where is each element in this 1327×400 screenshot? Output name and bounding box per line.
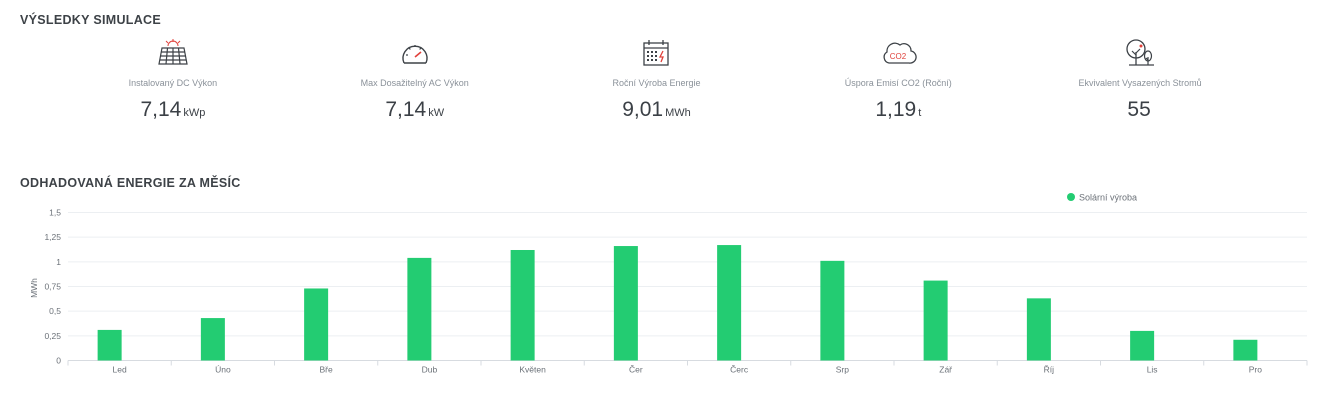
stat-label: Max Dosažitelný AC Výkon: [360, 78, 469, 88]
chart-legend[interactable]: Solární výroba: [1067, 193, 1137, 203]
stat-value: 55: [1127, 98, 1151, 121]
x-tick-label: Říj: [1044, 365, 1055, 375]
stat-value: 1,19 t: [875, 98, 922, 121]
x-axis: Led Úno Bře Dub Květen Čer Čerc Srp Zář Říj Lis Pro: [67, 360, 1308, 375]
x-tick-label: Úno: [215, 365, 231, 375]
stat-dc-power: Instalovaný DC Výkon 7,14 kWp: [52, 38, 294, 128]
stat-co2-savings: CO2 Úspora Emisí CO2 (Roční) 1,19 t: [777, 38, 1019, 128]
y-tick-label: 0,25: [44, 331, 61, 341]
x-tick-label: Čerc: [730, 365, 749, 375]
monthly-energy-chart: 0 0,25 0,5 0,75 1 1,25 1,5 Led Úno Bře Dub Květen Č…: [29, 193, 1308, 375]
chart-grid: [68, 212, 1307, 361]
stat-value: 9,01 MWh: [622, 98, 691, 121]
stat-ac-power: Max Dosažitelný AC Výkon 7,14 kW: [294, 38, 536, 128]
speedometer-icon: [395, 38, 435, 68]
bar-series: [97, 245, 1258, 361]
calendar-energy-icon: [636, 38, 676, 68]
co2-cloud-icon: CO2: [878, 38, 918, 68]
y-tick-label: 1,5: [49, 208, 61, 218]
bar[interactable]: [820, 260, 845, 361]
x-tick-label: Čer: [629, 365, 643, 375]
bar[interactable]: [407, 257, 432, 361]
bar[interactable]: [200, 318, 225, 361]
bar[interactable]: [613, 246, 638, 361]
bar[interactable]: [923, 280, 948, 361]
svg-text:CO2: CO2: [890, 52, 907, 61]
stat-unit: kW: [428, 107, 445, 119]
bar[interactable]: [717, 245, 742, 361]
x-tick-label: Dub: [422, 365, 438, 375]
stat-unit: kWp: [183, 107, 206, 119]
x-tick-label: Led: [113, 365, 127, 375]
results-title: VÝSLEDKY SIMULACE: [20, 13, 162, 27]
stat-value: 7,14 kWp: [140, 98, 206, 121]
bar[interactable]: [1130, 330, 1155, 361]
legend-label: Solární výroba: [1079, 193, 1137, 203]
x-tick-label: Zář: [939, 365, 952, 375]
x-tick-label: Lis: [1147, 365, 1158, 375]
x-tick-label: Srp: [836, 365, 850, 375]
stat-label: Roční Výroba Energie: [612, 78, 701, 88]
x-tick-label: Pro: [1249, 365, 1263, 375]
stat-trees-equivalent: Ekvivalent Vysazených Stromů 55: [1019, 38, 1261, 128]
solar-panel-icon: [153, 38, 193, 68]
y-axis: 0 0,25 0,5 0,75 1 1,25 1,5: [44, 208, 61, 366]
bar[interactable]: [97, 329, 122, 361]
x-tick-label: Květen: [519, 365, 546, 375]
bar[interactable]: [304, 288, 329, 361]
stat-unit: MWh: [665, 107, 691, 119]
y-tick-label: 0: [56, 356, 61, 366]
stat-annual-energy: Roční Výroba Energie 9,01 MWh: [536, 38, 778, 128]
y-axis-label: MWh: [29, 278, 39, 298]
legend-dot: [1067, 193, 1075, 201]
bar[interactable]: [1026, 298, 1051, 361]
y-tick-label: 1,25: [44, 232, 61, 242]
bar[interactable]: [510, 249, 535, 361]
bar[interactable]: [1233, 339, 1258, 361]
stat-label: Ekvivalent Vysazených Stromů: [1078, 78, 1202, 88]
stat-unit: t: [918, 107, 922, 119]
x-tick-label: Bře: [320, 365, 334, 375]
stats-row: Instalovaný DC Výkon 7,14 kWp Max Dosažit…: [52, 38, 1261, 128]
y-tick-label: 1: [56, 257, 61, 267]
stat-label: Úspora Emisí CO2 (Roční): [844, 78, 952, 88]
y-tick-label: 0,75: [44, 282, 61, 292]
stat-value: 7,14 kW: [385, 98, 445, 121]
trees-icon: [1120, 38, 1160, 68]
stat-label: Instalovaný DC Výkon: [128, 78, 218, 88]
y-tick-label: 0,5: [49, 306, 61, 316]
